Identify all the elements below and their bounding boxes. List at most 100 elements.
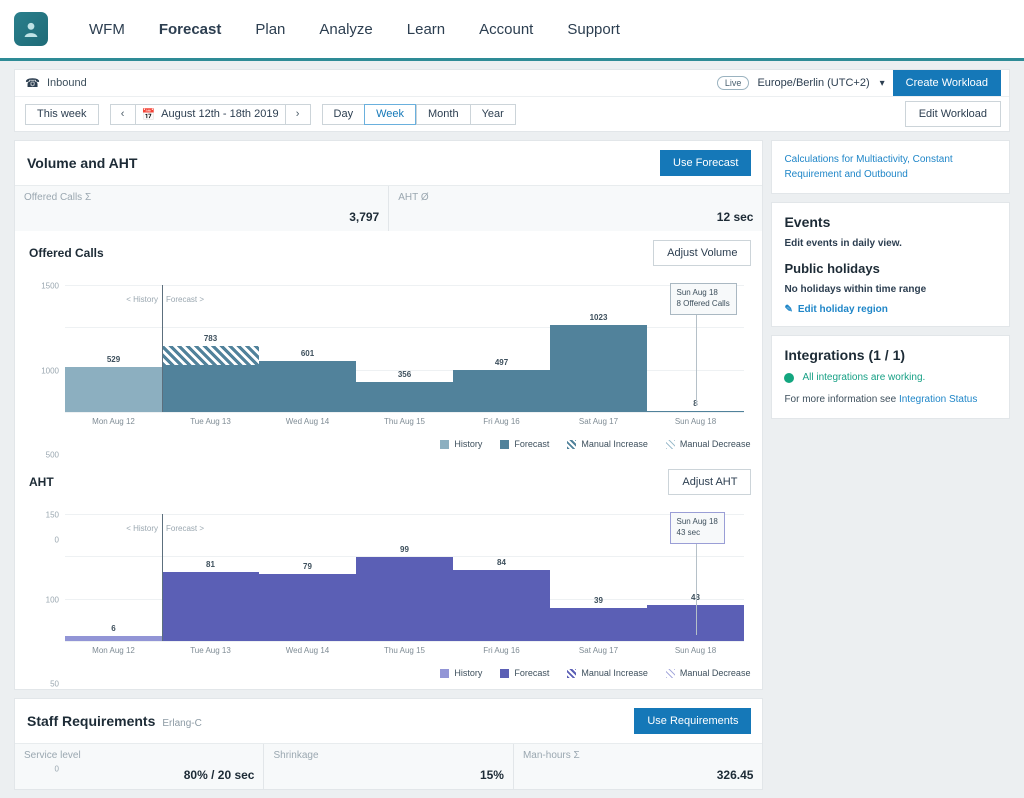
volume-kpis: Offered Calls Σ 3,797 AHT Ø 12 sec (15, 185, 762, 231)
channel-indicator: ☎ Inbound (25, 76, 87, 90)
staff-card-header: Staff Requirements Erlang-C Use Requirem… (15, 699, 762, 743)
public-holidays-title: Public holidays (784, 261, 997, 276)
offered-calls-chart[interactable]: 05001000150052978360135649710238< Histor… (29, 280, 752, 430)
legend-swatch-history (440, 440, 449, 449)
x-axis-label: Mon Aug 12 (92, 417, 135, 426)
bar-manual_increase[interactable] (162, 365, 259, 412)
staff-requirements-card: Staff Requirements Erlang-C Use Requirem… (14, 698, 763, 790)
volume-and-aht-card: Volume and AHT Use Forecast Offered Call… (14, 140, 763, 690)
bar-value-label: 6 (111, 624, 115, 633)
bar-forecast[interactable] (453, 370, 550, 412)
date-range-picker: ‹ 📅 August 12th - 18th 2019 › (110, 104, 311, 125)
x-axis-label: Thu Aug 15 (384, 646, 425, 655)
granularity-selector: Day Week Month Year (322, 104, 516, 125)
y-axis-tick: 50 (50, 680, 59, 689)
integrations-status-text: All integrations are working. (802, 372, 925, 383)
granularity-year[interactable]: Year (470, 104, 516, 125)
legend-swatch-forecast (500, 440, 509, 449)
granularity-week[interactable]: Week (364, 104, 416, 125)
status-ok-icon (784, 373, 794, 383)
legend-swatch-history (440, 669, 449, 678)
nav-item-support[interactable]: Support (550, 21, 637, 38)
app-logo-icon[interactable] (14, 12, 48, 46)
forecast-side-label: Forecast > (166, 524, 204, 533)
edit-holiday-region-link[interactable]: ✎ Edit holiday region (784, 304, 997, 315)
use-requirements-button[interactable]: Use Requirements (634, 708, 751, 734)
events-note: Edit events in daily view. (784, 238, 997, 249)
use-forecast-button[interactable]: Use Forecast (660, 150, 751, 176)
integrations-info: For more information see Integration Sta… (784, 392, 997, 407)
create-workload-button[interactable]: Create Workload (893, 70, 1001, 96)
adjust-volume-button[interactable]: Adjust Volume (653, 240, 751, 266)
kpi-man-hours: Man-hours Σ 326.45 (514, 744, 762, 789)
toolbar-row-top: ☎ Inbound Live Europe/Berlin (UTC+2) ▾ C… (15, 70, 1009, 97)
tooltip-connector-line (696, 313, 697, 406)
bar-forecast[interactable] (259, 361, 356, 412)
history-side-label: < History (126, 524, 158, 533)
kpi-service-level: Service level 80% / 20 sec (15, 744, 264, 789)
integrations-card: Integrations (1 / 1) All integrations ar… (771, 335, 1010, 419)
granularity-day[interactable]: Day (322, 104, 365, 125)
kpi-aht-average: AHT Ø 12 sec (389, 186, 762, 231)
legend-swatch-manual-decrease (666, 669, 675, 678)
bar-value-label: 81 (206, 560, 215, 569)
legend-swatch-manual-decrease (666, 440, 675, 449)
bar-history[interactable] (65, 636, 162, 641)
integration-status-link[interactable]: Integration Status (899, 394, 977, 405)
offered-calls-plot-area: 05001000150052978360135649710238< Histor… (65, 285, 744, 412)
bar-forecast[interactable] (550, 325, 647, 412)
aht-x-axis: Mon Aug 12Tue Aug 13Wed Aug 14Thu Aug 15… (65, 643, 744, 659)
bar-forecast[interactable] (356, 557, 453, 641)
aht-legend: History Forecast Manual Increase Manual … (15, 659, 762, 689)
bar-forecast[interactable] (453, 570, 550, 641)
tooltip-value: 43 sec (677, 528, 718, 539)
nav-item-learn[interactable]: Learn (390, 21, 462, 38)
x-axis-label: Thu Aug 15 (384, 417, 425, 426)
timezone-value[interactable]: Europe/Berlin (UTC+2) (757, 77, 869, 89)
edit-workload-button[interactable]: Edit Workload (905, 101, 1001, 127)
kpi-value: 15% (273, 768, 503, 782)
x-axis-label: Sun Aug 18 (675, 646, 716, 655)
kpi-value: 12 sec (398, 210, 753, 224)
aht-chart[interactable]: 0501001506817999843943< HistoryForecast … (29, 509, 752, 659)
x-axis-label: Sun Aug 18 (675, 417, 716, 426)
bar-manual-increase[interactable] (162, 346, 259, 365)
this-week-button[interactable]: This week (25, 104, 99, 125)
staff-subtitle: Erlang-C (162, 718, 201, 729)
x-axis-label: Fri Aug 16 (483, 646, 519, 655)
y-axis-tick: 1000 (41, 366, 59, 375)
offered-calls-title: Offered Calls (29, 246, 104, 260)
nav-item-wfm[interactable]: WFM (72, 21, 142, 38)
bar-value-label: 1023 (590, 313, 608, 322)
aht-header: AHT Adjust AHT (15, 460, 762, 499)
bar-forecast[interactable] (647, 411, 744, 412)
bar-value-label: 601 (301, 349, 314, 358)
x-axis-label: Tue Aug 13 (190, 417, 231, 426)
legend-label: Manual Decrease (680, 439, 751, 449)
tooltip-date: Sun Aug 18 (677, 517, 718, 528)
next-period-button[interactable]: › (285, 104, 311, 125)
bar-forecast[interactable] (162, 572, 259, 641)
nav-item-forecast[interactable]: Forecast (142, 21, 239, 38)
date-range-label[interactable]: 📅 August 12th - 18th 2019 (136, 104, 285, 125)
nav-item-plan[interactable]: Plan (238, 21, 302, 38)
legend-label: Manual Increase (581, 668, 648, 678)
x-axis-label: Mon Aug 12 (92, 646, 135, 655)
tooltip-date: Sun Aug 18 (677, 288, 730, 299)
bar-forecast[interactable] (259, 574, 356, 641)
bar-value-label: 529 (107, 355, 120, 364)
prev-period-button[interactable]: ‹ (110, 104, 136, 125)
nav-item-account[interactable]: Account (462, 21, 550, 38)
calculations-link[interactable]: Calculations for Multiactivity, Constant… (784, 152, 997, 182)
grid-line: 150 (65, 514, 744, 515)
adjust-aht-button[interactable]: Adjust AHT (668, 469, 751, 495)
bar-forecast[interactable] (550, 608, 647, 641)
granularity-month[interactable]: Month (416, 104, 470, 125)
staff-kpis: Service level 80% / 20 sec Shrinkage 15%… (15, 743, 762, 789)
bar-history[interactable] (65, 367, 162, 412)
bar-forecast[interactable] (356, 382, 453, 412)
x-axis-label: Wed Aug 14 (286, 417, 329, 426)
nav-item-analyze[interactable]: Analyze (302, 21, 389, 38)
staff-title: Staff Requirements (27, 713, 155, 729)
chevron-down-icon[interactable]: ▾ (880, 78, 885, 89)
